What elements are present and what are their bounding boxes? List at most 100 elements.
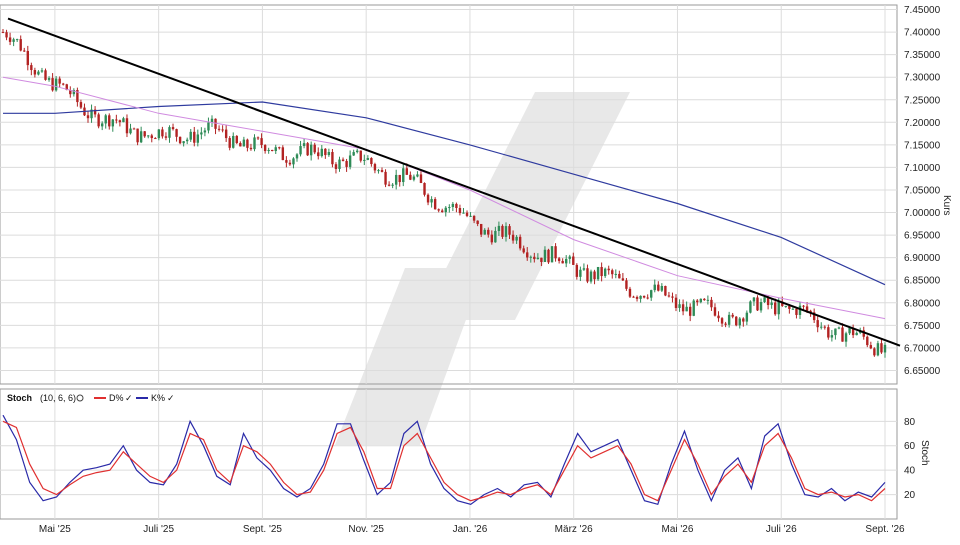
candle-body <box>752 297 756 302</box>
candle-body <box>681 304 685 312</box>
candle-body <box>756 297 759 311</box>
candle-body <box>451 203 455 208</box>
candle-body <box>122 118 125 123</box>
candle-body <box>869 345 873 349</box>
candle-body <box>118 120 122 123</box>
legend-k-check-icon[interactable]: ✓ <box>167 393 175 403</box>
candle-body <box>540 257 543 262</box>
candle-body <box>285 160 288 163</box>
candle-body <box>462 212 465 214</box>
candle-body <box>37 71 40 75</box>
candle-body <box>455 203 458 209</box>
candle-body <box>830 335 834 338</box>
candle-body <box>309 144 313 156</box>
candle-body <box>394 174 398 185</box>
candle-body <box>132 128 136 130</box>
candle-body <box>235 135 238 144</box>
candle-body <box>253 137 256 150</box>
candle-body <box>703 298 706 301</box>
candle-body <box>384 171 387 185</box>
candle-body <box>536 257 540 260</box>
x-tick-label: Mai '26 <box>662 524 694 535</box>
candle-body <box>334 164 338 169</box>
candle-body <box>44 70 47 80</box>
candle-body <box>331 152 334 165</box>
candle-body <box>5 32 8 38</box>
candle-body <box>12 39 15 42</box>
stochastic-y-axis-label: Stoch <box>919 440 930 466</box>
candle-body <box>735 316 738 326</box>
candle-body <box>784 305 788 307</box>
candle-body <box>533 256 536 260</box>
candle-body <box>618 273 621 279</box>
candle-body <box>271 149 274 152</box>
candle-body <box>529 256 532 258</box>
candle-body <box>607 268 610 271</box>
candle-body <box>458 208 462 214</box>
candle-body <box>727 314 731 325</box>
candle-body <box>232 135 235 148</box>
candle-body <box>795 308 798 315</box>
candle-body <box>263 145 267 152</box>
candle-body <box>373 164 377 171</box>
x-tick-label: Jan. '26 <box>453 524 488 535</box>
candle-body <box>880 343 883 353</box>
candle-body <box>100 123 104 127</box>
candle-body <box>58 78 61 84</box>
legend-d-check-icon[interactable]: ✓ <box>125 393 133 403</box>
candle-body <box>674 297 678 308</box>
candle-body <box>104 115 107 124</box>
x-tick-label: Nov. '25 <box>348 524 384 535</box>
candle-body <box>359 150 362 161</box>
candle-body <box>472 215 476 221</box>
candle-body <box>621 278 625 281</box>
candle-body <box>448 207 451 209</box>
candle-body <box>515 236 518 241</box>
candle-body <box>568 256 571 259</box>
candle-body <box>341 159 345 161</box>
candle-body <box>650 290 653 298</box>
candle-body <box>288 162 292 165</box>
candle-body <box>26 50 29 66</box>
candle-body <box>724 323 727 325</box>
price-y-tick: 6.65000 <box>904 366 941 377</box>
candle-body <box>143 131 146 137</box>
candle-body <box>837 327 841 329</box>
candle-body <box>150 135 153 139</box>
candle-body <box>749 301 752 313</box>
candle-body <box>147 135 150 137</box>
candle-body <box>15 39 19 41</box>
candle-body <box>437 209 440 211</box>
candle-body <box>791 308 795 310</box>
candle-body <box>171 127 175 130</box>
candle-body <box>380 170 384 172</box>
price-y-tick: 7.15000 <box>904 140 941 151</box>
candle-body <box>873 348 876 356</box>
candle-body <box>671 296 674 298</box>
candle-body <box>249 147 253 150</box>
x-tick-label: Mai '25 <box>39 524 71 535</box>
candle-body <box>423 183 426 195</box>
candle-body <box>487 229 490 235</box>
candle-body <box>19 39 22 51</box>
candle-body <box>168 127 171 138</box>
candle-body <box>391 184 394 186</box>
candle-body <box>660 285 664 291</box>
candle-body <box>433 199 437 210</box>
stochastic-y-tick: 20 <box>904 490 916 501</box>
candle-body <box>501 225 504 237</box>
candle-body <box>763 297 766 303</box>
candle-body <box>125 118 129 134</box>
candle-body <box>713 307 717 316</box>
candle-body <box>306 143 309 156</box>
candle-body <box>589 271 593 282</box>
candle-body <box>717 315 720 319</box>
price-y-tick: 7.40000 <box>904 28 941 39</box>
candle-body <box>242 139 246 147</box>
candle-body <box>720 318 724 324</box>
candle-body <box>313 144 316 153</box>
candle-body <box>203 130 207 133</box>
candle-body <box>469 215 472 217</box>
price-y-tick: 7.05000 <box>904 185 941 196</box>
chart-container: 7.45000 7.40000 7.35000 7.30000 7.25000 7.200… <box>0 0 960 540</box>
